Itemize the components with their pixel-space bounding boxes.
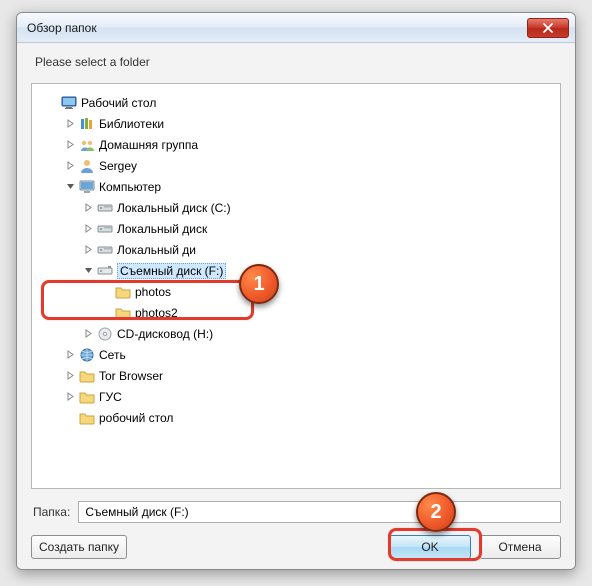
instruction-text: Please select a folder bbox=[31, 55, 561, 69]
chevron-down-icon[interactable] bbox=[82, 265, 94, 277]
hdd-icon bbox=[96, 242, 113, 258]
library-icon bbox=[78, 116, 95, 132]
desktop-icon bbox=[60, 95, 77, 111]
folder-icon bbox=[78, 410, 95, 426]
chevron-right-icon[interactable] bbox=[82, 328, 94, 340]
tree-node[interactable]: Sergey bbox=[38, 155, 558, 176]
button-row: Создать папку OK Отмена bbox=[31, 535, 561, 559]
make-folder-button[interactable]: Создать папку bbox=[31, 535, 127, 559]
expander-none bbox=[46, 97, 58, 109]
folder-icon bbox=[78, 389, 95, 405]
tree-node-label: Локальный диск (C:) bbox=[117, 201, 231, 215]
tree-node[interactable]: Tor Browser bbox=[38, 365, 558, 386]
tree-node-label: Локальный ди bbox=[117, 243, 196, 257]
chevron-right-icon[interactable] bbox=[64, 160, 76, 172]
folder-icon bbox=[78, 368, 95, 384]
tree-node-label: ГУС bbox=[99, 390, 122, 404]
chevron-right-icon[interactable] bbox=[64, 391, 76, 403]
close-button[interactable] bbox=[527, 18, 569, 38]
browse-folder-dialog: Обзор папок Please select a folder Рабоч… bbox=[16, 12, 576, 570]
tree-node-label: робочий стол bbox=[99, 411, 173, 425]
tree-node[interactable]: робочий стол bbox=[38, 407, 558, 428]
path-label: Папка: bbox=[31, 505, 70, 519]
tree-node[interactable]: Съемный диск (F:) bbox=[38, 260, 558, 281]
tree-node-label: photos2 bbox=[135, 306, 178, 320]
tree-node[interactable]: photos2 bbox=[38, 302, 558, 323]
tree-node[interactable]: Сеть bbox=[38, 344, 558, 365]
titlebar: Обзор папок bbox=[17, 13, 575, 43]
expander-none bbox=[100, 286, 112, 298]
tree-node-label: Рабочий стол bbox=[81, 96, 156, 110]
tree-node-label: Компьютер bbox=[99, 180, 161, 194]
tree-node-label: Библиотеки bbox=[99, 117, 164, 131]
expander-none bbox=[64, 412, 76, 424]
folder-tree[interactable]: Рабочий стол Библиотеки Домашняя группа Ser… bbox=[31, 83, 561, 489]
tree-node[interactable]: Локальный ди bbox=[38, 239, 558, 260]
computer-icon bbox=[78, 179, 95, 195]
tree-node[interactable]: photos bbox=[38, 281, 558, 302]
tree-node-label: Домашняя группа bbox=[99, 138, 198, 152]
ok-button[interactable]: OK bbox=[389, 535, 471, 559]
tree-node[interactable]: Рабочий стол bbox=[38, 92, 558, 113]
tree-node-label: Локальный диск bbox=[117, 222, 207, 236]
network-icon bbox=[78, 347, 95, 363]
folder-icon bbox=[114, 305, 131, 321]
close-icon bbox=[543, 23, 553, 33]
tree-node[interactable]: CD-дисковод (H:) bbox=[38, 323, 558, 344]
tree-node[interactable]: Локальный диск (C:) bbox=[38, 197, 558, 218]
tree-node-label: Съемный диск (F:) bbox=[117, 263, 226, 279]
tree-node[interactable]: Компьютер bbox=[38, 176, 558, 197]
chevron-down-icon[interactable] bbox=[64, 181, 76, 193]
chevron-right-icon[interactable] bbox=[64, 370, 76, 382]
dialog-body: Please select a folder Рабочий стол Библи… bbox=[17, 43, 575, 569]
tree-node[interactable]: Локальный диск bbox=[38, 218, 558, 239]
hdd-icon bbox=[96, 200, 113, 216]
user-icon bbox=[78, 158, 95, 174]
removable-icon bbox=[96, 263, 113, 279]
path-row: Папка: bbox=[31, 501, 561, 523]
cd-icon bbox=[96, 326, 113, 342]
folder-icon bbox=[114, 284, 131, 300]
window-title: Обзор папок bbox=[27, 21, 527, 35]
chevron-right-icon[interactable] bbox=[64, 118, 76, 130]
tree-node[interactable]: ГУС bbox=[38, 386, 558, 407]
chevron-right-icon[interactable] bbox=[82, 202, 94, 214]
tree-node-label: Tor Browser bbox=[99, 369, 163, 383]
cancel-button[interactable]: Отмена bbox=[479, 535, 561, 559]
hdd-icon bbox=[96, 221, 113, 237]
tree-node-label: photos bbox=[135, 285, 171, 299]
tree-node-label: Sergey bbox=[99, 159, 137, 173]
chevron-right-icon[interactable] bbox=[82, 223, 94, 235]
tree-node[interactable]: Домашняя группа bbox=[38, 134, 558, 155]
chevron-right-icon[interactable] bbox=[64, 139, 76, 151]
tree-node[interactable]: Библиотеки bbox=[38, 113, 558, 134]
chevron-right-icon[interactable] bbox=[64, 349, 76, 361]
tree-node-label: Сеть bbox=[99, 348, 126, 362]
chevron-right-icon[interactable] bbox=[82, 244, 94, 256]
path-input[interactable] bbox=[78, 501, 561, 523]
homegroup-icon bbox=[78, 137, 95, 153]
tree-node-label: CD-дисковод (H:) bbox=[117, 327, 213, 341]
expander-none bbox=[100, 307, 112, 319]
